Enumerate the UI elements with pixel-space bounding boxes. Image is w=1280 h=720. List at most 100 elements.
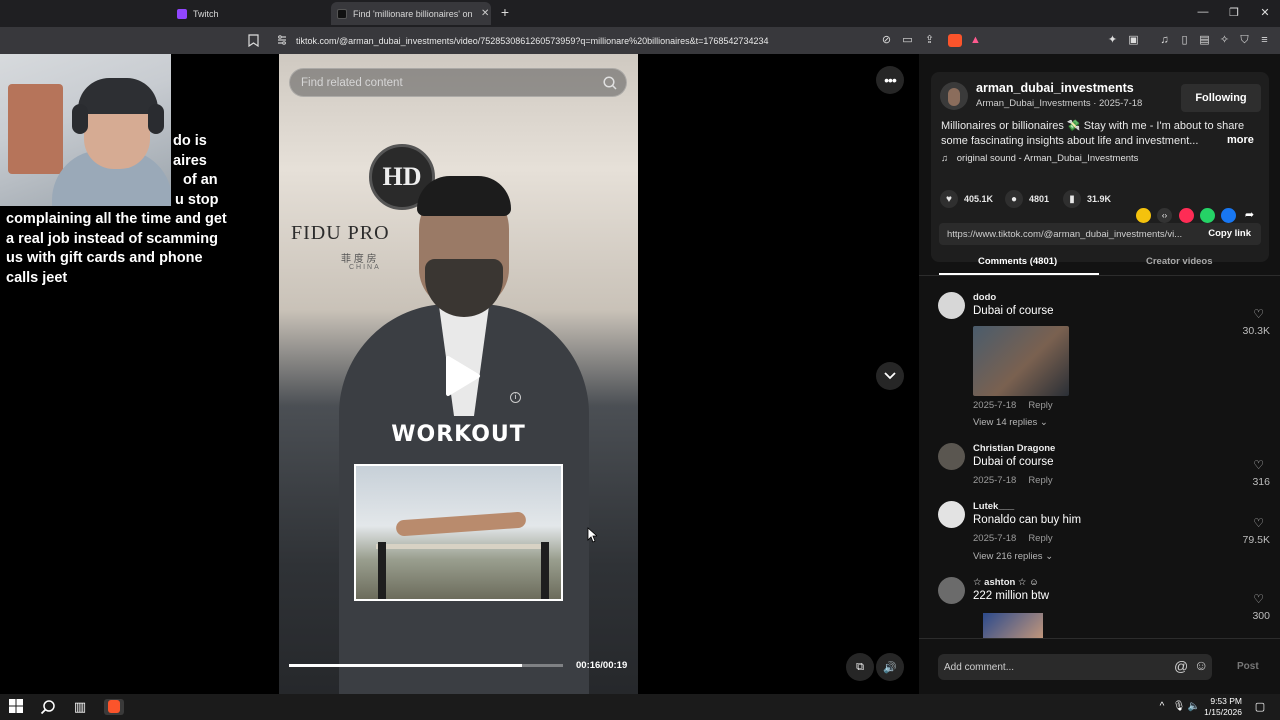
emoji-icon[interactable]: ☺ [1194,657,1208,673]
search-icon[interactable] [40,699,56,715]
system-clock[interactable]: 9:53 PM 1/15/2026 [1204,696,1242,718]
author-card: arman_dubai_investments Arman_Dubai_Inve… [931,72,1269,262]
microphone-icon[interactable]: 🎙 [1171,699,1187,715]
embed-icon[interactable]: ‹› [1157,208,1172,223]
share-icon[interactable]: ⇪ [923,34,936,47]
video-inset-image [354,464,563,601]
avatar[interactable] [938,577,965,604]
video-time: 00:16/00:19 [576,660,628,671]
view-replies-button[interactable]: View 216 replies ⌄ [973,551,1053,562]
mention-icon[interactable]: @ [1174,658,1188,674]
more-link[interactable]: more [1227,134,1254,146]
details-panel: arman_dubai_investments Arman_Dubai_Inve… [919,54,1280,694]
post-button[interactable]: Post [1237,661,1259,672]
comment-username[interactable]: Christian Dragone [973,443,1055,454]
comment-composer: Add comment... @ ☺ Post [919,638,1280,694]
stream-chat-overlay: do is aires of an u stop complaining all… [6,132,236,288]
page-content: do is aires of an u stop complaining all… [0,54,1280,694]
no-track-icon[interactable]: ⊘ [880,34,893,47]
facebook-icon[interactable] [1221,208,1236,223]
tab-comments[interactable]: Comments (4801) [978,256,1057,267]
save-stat[interactable]: ▮ 31.9K [1063,190,1111,208]
minimize-button[interactable]: — [1196,6,1210,18]
video-link-field[interactable]: https://www.tiktok.com/@arman_dubai_inve… [939,223,1261,245]
comment-input[interactable]: Add comment... @ ☺ [938,654,1212,680]
url-text: tiktok.com/@arman_dubai_investments/vide… [296,35,769,46]
extensions-icon[interactable]: ✦ [1106,34,1119,47]
vpn-icon[interactable]: ⛉ [1238,34,1251,47]
site-settings-icon[interactable] [276,34,288,48]
bookmark-icon[interactable] [247,34,260,48]
close-tab-icon[interactable]: ✕ [481,8,489,19]
bookmark-icon: ▮ [1063,190,1081,208]
comment-image[interactable] [973,326,1069,396]
more-options-button[interactable]: ••• [876,66,904,94]
wallet-icon[interactable]: ▤ [1198,34,1211,47]
avatar[interactable] [940,82,968,110]
comment-like[interactable]: ♡ 316 [1230,458,1270,490]
brave-taskbar-icon[interactable] [104,699,124,715]
tab-tiktok[interactable]: Find 'millionare billionaires' on T ✕ [331,2,491,25]
following-button[interactable]: Following [1181,84,1261,112]
author-username[interactable]: arman_dubai_investments [976,81,1134,95]
tab-twitch[interactable]: Twitch [171,2,327,25]
video-player[interactable]: HD FIDU PRO 菲 度 房 CHINA Find related con… [279,54,638,694]
search-placeholder: Find related content [301,76,403,89]
view-replies-label: View 14 replies [973,417,1038,428]
brave-rewards-icon[interactable]: ▲ [969,34,982,47]
reply-button[interactable]: Reply [1028,400,1052,411]
like-stat[interactable]: ♥ 405.1K [940,190,993,208]
close-window-button[interactable]: ✕ [1258,6,1272,19]
comment-image[interactable] [983,613,1043,638]
volume-button[interactable]: 🔊 [876,653,904,681]
reply-button[interactable]: Reply [1028,533,1052,544]
search-icon[interactable] [602,75,618,91]
maximize-button[interactable]: ❐ [1227,6,1241,19]
task-view-icon[interactable]: ▥ [72,699,88,715]
comment-stat[interactable]: ● 4801 [1005,190,1049,208]
comment-like[interactable]: ♡ 79.5K [1230,516,1270,548]
volume-icon: 🔊 [883,661,897,674]
screenshot-icon[interactable]: ▣ [1127,34,1140,47]
play-icon[interactable] [442,354,482,398]
overlay-line: u stop [175,191,219,208]
share-arrow-icon[interactable]: ➦ [1242,208,1257,223]
menu-icon[interactable]: ≡ [1258,34,1271,47]
sidebar-icon[interactable]: ▯ [1178,34,1191,47]
avatar[interactable] [938,292,965,319]
comment-username[interactable]: ☆ ashton ☆ ☺ [973,577,1039,588]
view-replies-button[interactable]: View 14 replies ⌄ [973,417,1048,428]
leo-icon[interactable]: ✧ [1218,34,1231,47]
media-icon[interactable]: ♫ [1158,34,1171,47]
brave-shields-icon[interactable] [948,34,962,47]
avatar[interactable] [938,443,965,470]
avatar[interactable] [938,501,965,528]
comment-username[interactable]: Lutek___ [973,501,1014,512]
whatsapp-icon[interactable] [1200,208,1215,223]
send-icon[interactable] [1179,208,1194,223]
comment-like[interactable]: ♡ 300 [1230,592,1270,624]
next-video-button[interactable] [876,362,904,390]
new-tab-button[interactable]: + [498,4,512,20]
pip-button[interactable]: ⧉ [846,653,874,681]
comment-text: Ronaldo can buy him [973,514,1082,526]
related-search-input[interactable]: Find related content [289,68,627,97]
bar-post [541,542,549,599]
reader-icon[interactable]: ▭ [901,34,914,47]
sound-link[interactable]: ♫ original sound - Arman_Dubai_Investmen… [941,153,1138,164]
speaker-icon[interactable]: 🔈 [1186,699,1202,715]
mouse-cursor-icon [587,527,597,543]
video-progress-bar[interactable] [289,664,563,667]
tray-chevron-icon[interactable]: ^ [1154,699,1170,715]
comment-username[interactable]: dodo [973,292,996,303]
overlay-line: aires [173,152,207,169]
info-icon[interactable]: i [510,392,521,403]
windows-start-icon[interactable] [8,699,24,715]
tab-creator-videos[interactable]: Creator videos [1146,256,1213,267]
coin-icon[interactable] [1136,208,1151,223]
reply-button[interactable]: Reply [1028,475,1052,486]
athlete [395,511,527,537]
comment-like[interactable]: ♡ 30.3K [1230,307,1270,339]
notification-icon[interactable]: ▢ [1252,699,1268,715]
copy-link-button[interactable]: Copy link [1208,228,1251,239]
